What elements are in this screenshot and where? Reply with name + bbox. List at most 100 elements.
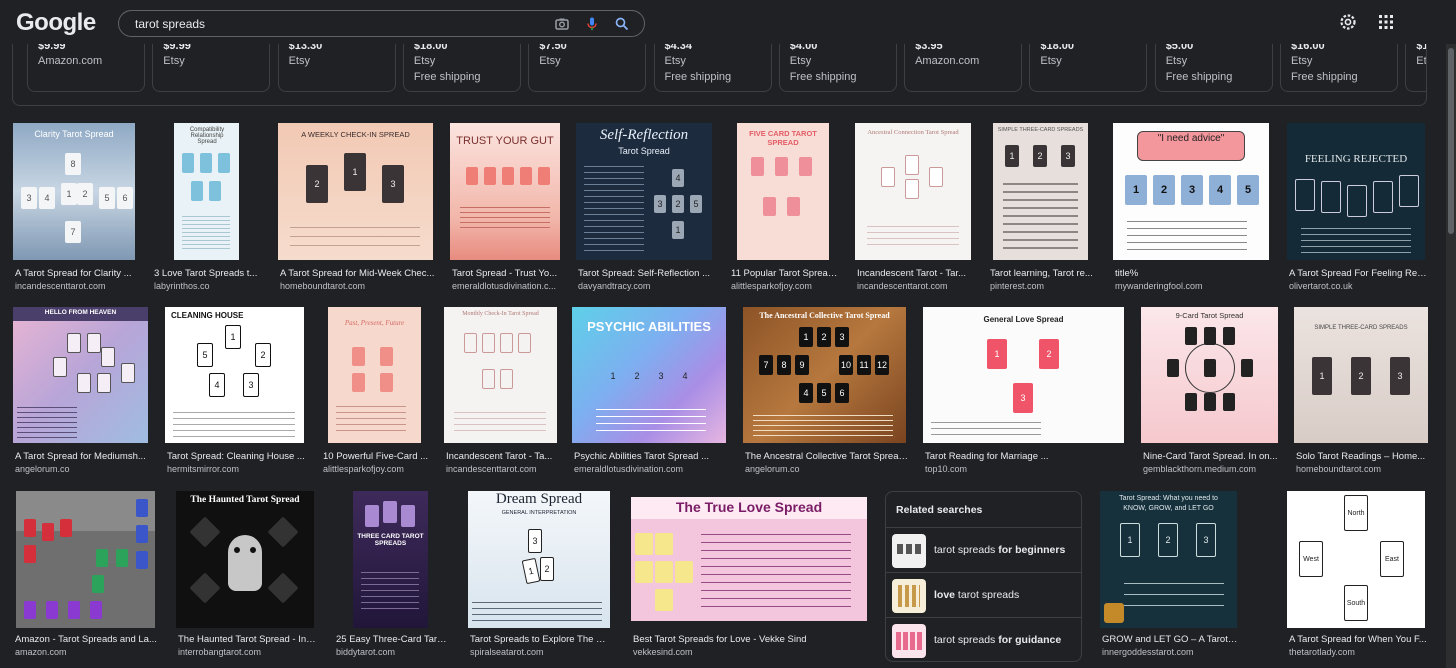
shopping-store: Etsy (288, 55, 310, 67)
result-caption[interactable]: title% (1115, 268, 1271, 279)
result-thumbnail[interactable]: "I need advice" 1 2 3 4 5 (1113, 123, 1269, 260)
result-source: gemblackthorn.medium.com (1143, 464, 1257, 474)
result-thumbnail[interactable]: The Haunted Tarot Spread (176, 491, 314, 628)
result-caption[interactable]: 11 Popular Tarot Spread... (731, 268, 839, 279)
thumbnail-title: CLEANING HOUSE (171, 311, 244, 320)
result-caption[interactable]: GROW and LET GO – A Tarot Spread ... (1102, 634, 1239, 645)
result-thumbnail[interactable]: SIMPLE THREE-CARD SPREADS 1 2 3 (993, 123, 1088, 260)
thumbnail-title: The True Love Spread (675, 499, 823, 515)
result-source: incandescenttarot.com (15, 281, 106, 291)
shopping-shipping: Free shipping (413, 71, 481, 83)
result-thumbnail[interactable]: Past, Present, Future (328, 307, 421, 443)
related-search-item[interactable]: love tarot spreads (886, 572, 1082, 617)
result-caption[interactable]: Psychic Abilities Tarot Spread ... (574, 451, 728, 462)
result-caption[interactable]: A Tarot Spread for Clarity ... (15, 268, 137, 279)
shopping-shipping: Free shipping (1291, 71, 1358, 83)
related-query-text: tarot spreads (934, 634, 999, 646)
result-thumbnail[interactable]: CLEANING HOUSE 1 5 2 4 3 (165, 307, 304, 443)
result-caption[interactable]: A Tarot Spread for When You F... (1289, 634, 1427, 645)
google-logo[interactable]: Google (16, 9, 96, 37)
result-source: pinterest.com (990, 281, 1045, 291)
search-icon[interactable] (613, 15, 631, 33)
result-caption[interactable]: 3 Love Tarot Spreads t... (154, 268, 264, 279)
thumbnail-title: The Haunted Tarot Spread (190, 495, 300, 505)
result-thumbnail[interactable]: PSYCHIC ABILITIES 1 2 3 4 (572, 307, 726, 443)
result-source: mywanderingfool.com (1115, 281, 1203, 291)
card-west: West (1299, 541, 1323, 577)
result-caption[interactable]: A Tarot Spread for Mid-Week Chec... (280, 268, 435, 279)
camera-icon[interactable] (553, 15, 571, 33)
result-thumbnail[interactable]: Dream Spread GENERAL INTERPRETATION 3 1 … (468, 491, 610, 628)
related-searches-panel: Related searches tarot spreads for begin… (885, 491, 1082, 662)
thumbnail-title: Monthly Check-In Tarot Spread (462, 311, 539, 317)
shopping-store: Etsy (789, 55, 812, 67)
result-thumbnail[interactable]: The True Love Spread (631, 497, 867, 621)
result-caption[interactable]: Best Tarot Spreads for Love - Vekke Sind (633, 634, 869, 645)
result-caption[interactable]: Tarot Spread - Trust Yo... (452, 268, 562, 279)
result-caption[interactable]: 10 Powerful Five-Card ... (323, 451, 433, 462)
result-caption[interactable]: Tarot Spread: Cleaning House ... (167, 451, 306, 462)
result-thumbnail[interactable]: FEELING REJECTED (1287, 123, 1425, 260)
result-thumbnail[interactable]: THREE CARD TAROT SPREADS (353, 491, 428, 628)
related-search-item[interactable]: tarot spreads for beginners (886, 527, 1082, 572)
search-input[interactable] (135, 15, 535, 33)
shopping-store: Amazon.com (915, 55, 980, 67)
result-thumbnail[interactable] (16, 491, 155, 628)
thumbnail-title: The Ancestral Collective Tarot Spread (759, 311, 890, 320)
result-thumbnail[interactable]: Tarot Spread: What you need to KNOW, GRO… (1100, 491, 1237, 628)
result-caption[interactable]: Solo Tarot Readings – Home... (1296, 451, 1430, 462)
thumbnail-title: SIMPLE THREE-CARD SPREADS (997, 127, 1084, 133)
result-thumbnail[interactable]: 9-Card Tarot Spread (1141, 307, 1278, 443)
gear-icon[interactable] (1338, 12, 1358, 32)
result-source: angelorum.co (15, 464, 70, 474)
shopping-store: Etsy (1165, 55, 1188, 67)
result-caption[interactable]: A Tarot Spread for Mediumsh... (15, 451, 150, 462)
shopping-store: Etsy (413, 55, 436, 67)
shopping-store: Et (1416, 55, 1427, 67)
thumbnail-title: SIMPLE THREE-CARD SPREADS (1314, 325, 1408, 331)
result-caption[interactable]: Tarot learning, Tarot re... (990, 268, 1098, 279)
thumbnail-title: General Love Spread (983, 315, 1064, 324)
result-caption[interactable]: Incandescent Tarot - Ta... (446, 451, 559, 462)
result-thumbnail[interactable]: FIVE CARD TAROT SPREAD (737, 123, 829, 260)
mic-icon[interactable] (583, 15, 601, 33)
result-caption[interactable]: The Haunted Tarot Spread - Int... (178, 634, 316, 645)
result-source: homeboundtarot.com (280, 281, 366, 291)
related-query-bold: for beginners (998, 544, 1066, 556)
result-thumbnail[interactable]: General Love Spread 1 2 3 (923, 307, 1124, 443)
result-thumbnail[interactable]: Monthly Check-In Tarot Spread (444, 307, 557, 443)
result-source: incandescenttarot.com (446, 464, 537, 474)
result-caption[interactable]: The Ancestral Collective Tarot Spread... (745, 451, 908, 462)
result-source: interrobangtarot.com (178, 647, 262, 657)
result-caption[interactable]: Tarot Spread: Self-Reflection ... (578, 268, 714, 279)
result-thumbnail[interactable]: SIMPLE THREE-CARD SPREADS 1 2 3 (1294, 307, 1428, 443)
result-caption[interactable]: 25 Easy Three-Card Taro... (336, 634, 448, 645)
apps-icon[interactable] (1376, 12, 1396, 32)
search-box (118, 10, 645, 37)
scrollbar-thumb[interactable] (1448, 48, 1454, 234)
thumbnail-title: "I need advice" (1157, 133, 1225, 144)
result-thumbnail[interactable]: Compatibility Relationship Spread (174, 123, 239, 260)
result-thumbnail[interactable]: Clarity Tarot Spread 8 3 4 1 2 5 6 7 (13, 123, 135, 260)
result-thumbnail[interactable]: HELLO FROM HEAVEN (13, 307, 148, 443)
result-thumbnail[interactable]: The Ancestral Collective Tarot Spread 1 … (743, 307, 906, 443)
result-source: alittlesparkofjoy.com (323, 464, 404, 474)
result-caption[interactable]: A Tarot Spread For Feeling Reje... (1289, 268, 1427, 279)
result-thumbnail[interactable]: Ancestral Connection Tarot Spread (855, 123, 971, 260)
result-thumbnail[interactable]: North West East South (1287, 491, 1425, 628)
result-thumbnail[interactable]: Self-Reflection Tarot Spread 4 3 2 5 1 (576, 123, 712, 260)
result-source: homeboundtarot.com (1296, 464, 1382, 474)
result-thumbnail[interactable]: A WEEKLY CHECK-IN SPREAD 2 1 3 (278, 123, 433, 260)
result-thumbnail[interactable]: TRUST YOUR GUT (450, 123, 560, 260)
card-east: East (1380, 541, 1404, 577)
result-caption[interactable]: Tarot Spreads to Explore The Re... (470, 634, 612, 645)
result-caption[interactable]: Tarot Reading for Marriage ... (925, 451, 1126, 462)
thumbnail-subtitle: Tarot Spread: What you need to (1119, 495, 1218, 502)
thumbnail-title: Compatibility Relationship Spread (189, 127, 225, 145)
result-caption[interactable]: Incandescent Tarot - Tar... (857, 268, 973, 279)
related-search-item[interactable]: tarot spreads for guidance (886, 617, 1082, 662)
header: Google (0, 0, 1456, 44)
result-caption[interactable]: Nine-Card Tarot Spread. In on... (1143, 451, 1280, 462)
result-caption[interactable]: Amazon - Tarot Spreads and La... (15, 634, 157, 645)
result-source: amazon.com (15, 647, 67, 657)
